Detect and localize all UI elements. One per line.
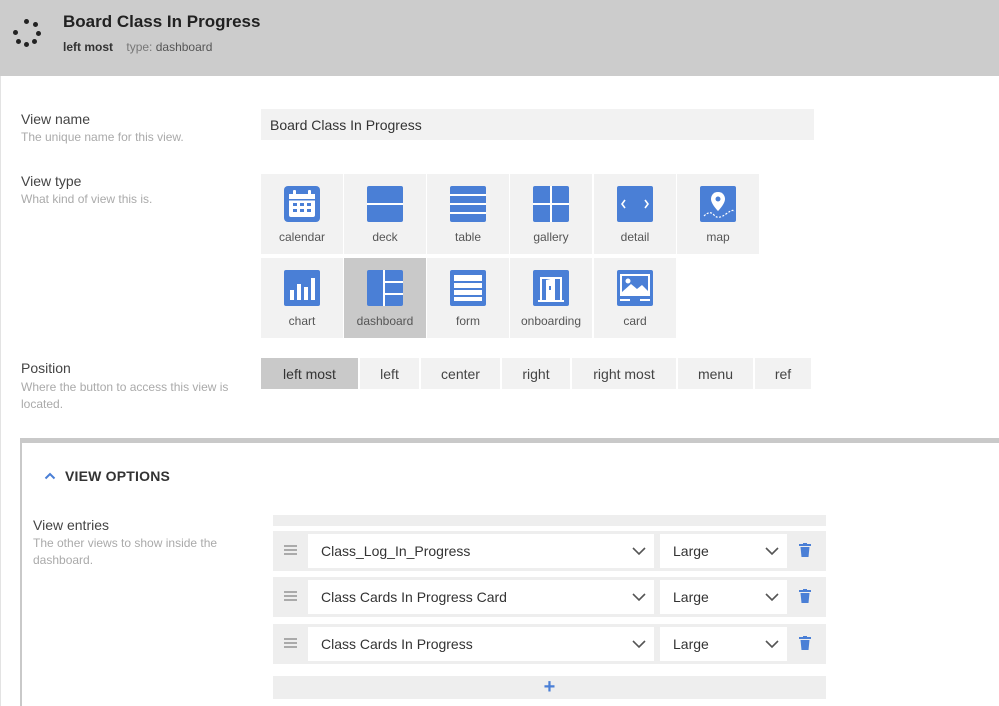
view-entry-value: Class Cards In Progress	[321, 636, 473, 652]
trash-icon[interactable]	[799, 543, 811, 557]
view-type-map[interactable]: map	[677, 174, 759, 254]
deck-icon	[367, 186, 403, 222]
view-entry-size-select[interactable]: Large	[660, 627, 787, 661]
chart-icon	[284, 270, 320, 306]
map-icon	[700, 186, 736, 222]
view-entry-row: Class Cards In Progress Card Large	[273, 577, 826, 617]
view-type-card[interactable]: card	[594, 258, 676, 338]
position-option-right-most[interactable]: right most	[572, 358, 676, 389]
view-type-chart[interactable]: chart	[261, 258, 343, 338]
view-entries-list-header	[273, 515, 826, 526]
view-header: Board Class In Progress left most type: …	[0, 0, 999, 76]
view-type-label-text: chart	[288, 314, 316, 328]
detail-icon	[617, 186, 653, 222]
chevron-down-icon	[632, 547, 646, 556]
view-type-label-text: table	[454, 230, 482, 244]
view-type-label-text: calendar	[278, 230, 326, 244]
view-name-description: The unique name for this view.	[21, 130, 184, 144]
view-type-label-text: detail	[620, 230, 650, 244]
position-option-ref[interactable]: ref	[755, 358, 811, 389]
view-title: Board Class In Progress	[63, 12, 261, 31]
trash-icon[interactable]	[799, 636, 811, 650]
view-type-gallery[interactable]: gallery	[510, 174, 592, 254]
position-option-left[interactable]: left	[360, 358, 419, 389]
position-option-right[interactable]: right	[502, 358, 570, 389]
view-entry-row: Class_Log_In_Progress Large	[273, 531, 826, 571]
view-type-description: What kind of view this is.	[21, 192, 153, 206]
view-type-table[interactable]: table	[427, 174, 509, 254]
drag-handle-icon[interactable]	[284, 638, 297, 648]
trash-icon[interactable]	[799, 589, 811, 603]
view-type-value: dashboard	[155, 40, 213, 54]
view-entry-size-select[interactable]: Large	[660, 534, 787, 568]
card-icon	[617, 270, 653, 306]
view-entry-size-select[interactable]: Large	[660, 580, 787, 614]
view-type-onboarding[interactable]: onboarding	[510, 258, 592, 338]
chevron-down-icon	[765, 640, 779, 649]
position-option-center[interactable]: center	[421, 358, 500, 389]
view-entry-size-value: Large	[673, 636, 709, 652]
chevron-down-icon	[765, 593, 779, 602]
position-description: Where the button to access this view is …	[21, 380, 229, 411]
onboarding-icon	[533, 270, 569, 306]
loading-spinner-icon	[13, 19, 41, 47]
view-entry-select[interactable]: Class Cards In Progress	[308, 627, 654, 661]
view-entry-value: Class Cards In Progress Card	[321, 589, 507, 605]
position-option-menu[interactable]: menu	[678, 358, 753, 389]
view-type-label-text: gallery	[533, 230, 569, 244]
view-subtitle: left most type: dashboard	[63, 40, 212, 54]
position-label: Position	[21, 360, 71, 376]
view-options-title[interactable]: VIEW OPTIONS	[65, 468, 170, 484]
view-name-input[interactable]: Board Class In Progress	[261, 109, 814, 140]
view-type-deck[interactable]: deck	[344, 174, 426, 254]
view-entries-label: View entries	[33, 517, 110, 533]
add-view-entry-button[interactable]: +	[273, 676, 826, 699]
position-option-left-most[interactable]: left most	[261, 358, 358, 389]
view-type-field-label: View type	[21, 173, 82, 189]
view-entry-value: Class_Log_In_Progress	[321, 543, 471, 559]
calendar-icon	[284, 186, 320, 222]
gallery-icon	[533, 186, 569, 222]
chevron-down-icon	[632, 640, 646, 649]
view-entries-description: The other views to show inside the dashb…	[33, 536, 218, 567]
view-position-text: left most	[63, 40, 114, 54]
chevron-down-icon	[765, 547, 779, 556]
view-name-label: View name	[21, 111, 91, 127]
chevron-up-icon[interactable]	[44, 470, 56, 482]
table-icon	[450, 186, 486, 222]
view-type-label: type:	[126, 40, 153, 54]
view-entry-row: Class Cards In Progress Large	[273, 624, 826, 664]
view-type-dashboard[interactable]: dashboard	[344, 258, 426, 338]
dashboard-icon	[367, 270, 403, 306]
view-entry-select[interactable]: Class Cards In Progress Card	[308, 580, 654, 614]
view-type-label-text: dashboard	[356, 314, 414, 328]
view-entry-size-value: Large	[673, 543, 709, 559]
drag-handle-icon[interactable]	[284, 545, 297, 555]
view-type-detail[interactable]: detail	[594, 174, 676, 254]
view-type-label-text: form	[456, 314, 480, 328]
view-type-form[interactable]: form	[427, 258, 509, 338]
view-type-label-text: map	[706, 230, 730, 244]
drag-handle-icon[interactable]	[284, 591, 297, 601]
view-type-calendar[interactable]: calendar	[261, 174, 343, 254]
view-type-label-text: onboarding	[520, 314, 582, 328]
view-type-label-text: card	[623, 314, 647, 328]
view-entry-select[interactable]: Class_Log_In_Progress	[308, 534, 654, 568]
view-type-label-text: deck	[372, 230, 398, 244]
view-entry-size-value: Large	[673, 589, 709, 605]
chevron-down-icon	[632, 593, 646, 602]
form-icon	[450, 270, 486, 306]
